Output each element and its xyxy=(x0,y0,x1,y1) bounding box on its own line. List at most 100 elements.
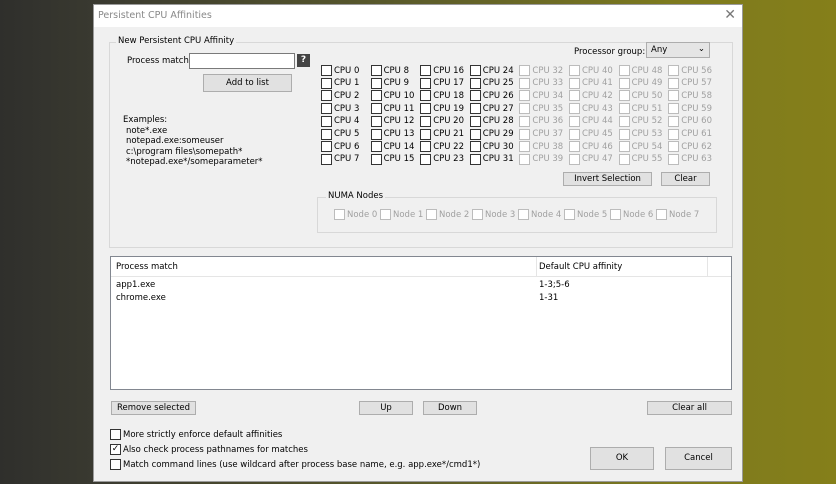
cpu-8-checkbox[interactable]: CPU 8 xyxy=(370,65,409,76)
cpu-9-checkbox[interactable]: CPU 9 xyxy=(370,77,409,89)
clear-all-button[interactable]: Clear all xyxy=(647,401,732,415)
checkbox-label: Node 5 xyxy=(577,209,608,220)
cpu-7-checkbox[interactable]: CPU 7 xyxy=(321,153,359,165)
checkbox-icon[interactable] xyxy=(370,77,382,89)
cpu-17-checkbox[interactable]: CPU 17 xyxy=(420,77,464,89)
cpu-31-checkbox[interactable]: CPU 31 xyxy=(469,153,514,165)
invert-selection-button[interactable]: Invert Selection xyxy=(563,172,652,186)
checkbox-icon[interactable] xyxy=(370,128,382,140)
checkbox-icon[interactable] xyxy=(370,153,382,165)
checkbox-icon[interactable] xyxy=(370,115,382,127)
cpu-18-checkbox[interactable]: CPU 18 xyxy=(420,90,464,102)
checkbox-icon[interactable]: ✓ xyxy=(110,444,121,455)
option-checkbox-1[interactable]: ✓ Also check process pathnames for matche… xyxy=(110,444,308,455)
cpu-28-checkbox[interactable]: CPU 28 xyxy=(469,115,514,127)
cpu-15-checkbox[interactable]: CPU 15 xyxy=(370,153,415,165)
checkbox-icon[interactable] xyxy=(321,65,332,76)
cpu-22-checkbox[interactable]: CPU 22 xyxy=(420,141,464,153)
checkbox-label: CPU 25 xyxy=(482,78,514,89)
cpu-3-checkbox[interactable]: CPU 3 xyxy=(321,103,359,115)
checkbox-icon[interactable] xyxy=(370,90,382,102)
checkbox-label: CPU 18 xyxy=(433,90,464,101)
checkbox-icon[interactable] xyxy=(469,65,481,76)
checkbox-icon[interactable] xyxy=(370,65,382,76)
checkbox-icon[interactable] xyxy=(420,90,432,102)
checkbox-icon[interactable] xyxy=(469,103,481,115)
cpu-23-checkbox[interactable]: CPU 23 xyxy=(420,153,464,165)
checkbox-icon[interactable] xyxy=(321,141,332,153)
checkbox-icon[interactable] xyxy=(420,153,432,165)
checkbox-icon[interactable] xyxy=(321,90,332,102)
checkbox-icon[interactable] xyxy=(420,103,432,115)
column-header-process-match[interactable]: Process match xyxy=(116,262,178,272)
add-to-list-button[interactable]: Add to list xyxy=(203,74,292,92)
help-icon[interactable]: ? xyxy=(297,54,310,67)
cpu-14-checkbox[interactable]: CPU 14 xyxy=(370,141,414,153)
checkbox-icon[interactable] xyxy=(321,103,332,115)
cpu-16-checkbox[interactable]: CPU 16 xyxy=(420,65,464,76)
checkbox-icon[interactable] xyxy=(321,153,332,165)
cpu-30-checkbox[interactable]: CPU 30 xyxy=(469,141,514,153)
clear-button[interactable]: Clear xyxy=(661,172,710,186)
checkbox-icon[interactable] xyxy=(420,115,432,127)
checkbox-icon[interactable] xyxy=(469,153,481,165)
checkbox-icon[interactable] xyxy=(110,459,121,470)
option-checkbox-0[interactable]: More strictly enforce default affinities xyxy=(110,429,282,440)
cpu-19-checkbox[interactable]: CPU 19 xyxy=(420,103,464,115)
cpu-24-checkbox[interactable]: CPU 24 xyxy=(469,65,514,76)
cpu-1-checkbox[interactable]: CPU 1 xyxy=(321,77,359,89)
checkbox-icon[interactable] xyxy=(469,77,481,89)
cpu-10-checkbox[interactable]: CPU 10 xyxy=(370,90,414,102)
checkbox-label: CPU 2 xyxy=(334,90,360,101)
checkbox-icon[interactable] xyxy=(370,141,382,153)
cpu-25-checkbox[interactable]: CPU 25 xyxy=(469,77,514,89)
ok-button[interactable]: OK xyxy=(590,447,654,470)
checkbox-icon[interactable] xyxy=(420,141,432,153)
cancel-button[interactable]: Cancel xyxy=(665,447,732,470)
checkbox-icon[interactable] xyxy=(370,103,382,115)
up-button[interactable]: Up xyxy=(359,401,413,415)
option-checkbox-2[interactable]: Match command lines (use wildcard after … xyxy=(110,459,480,470)
checkbox-icon xyxy=(668,77,680,89)
processor-group-select[interactable]: Any ⌄ xyxy=(646,42,710,58)
checkbox-label: CPU 4 xyxy=(334,116,360,127)
checkbox-icon[interactable] xyxy=(420,128,432,140)
cpu-52-checkbox: CPU 52 xyxy=(618,115,662,127)
cpu-11-checkbox[interactable]: CPU 11 xyxy=(370,103,414,115)
table-row[interactable]: app1.exe 1-3;5-6 xyxy=(111,279,731,292)
cpu-13-checkbox[interactable]: CPU 13 xyxy=(370,128,414,140)
cpu-4-checkbox[interactable]: CPU 4 xyxy=(321,115,360,127)
down-button[interactable]: Down xyxy=(423,401,477,415)
cpu-20-checkbox[interactable]: CPU 20 xyxy=(420,115,464,127)
cpu-0-checkbox[interactable]: CPU 0 xyxy=(321,65,359,76)
processor-group-value: Any xyxy=(651,45,668,55)
checkbox-icon[interactable] xyxy=(469,90,481,102)
checkbox-icon[interactable] xyxy=(469,115,481,127)
close-icon[interactable]: ✕ xyxy=(724,7,736,23)
cpu-2-checkbox[interactable]: CPU 2 xyxy=(321,90,360,102)
checkbox-icon[interactable] xyxy=(321,77,332,89)
checkbox-icon[interactable] xyxy=(420,65,432,76)
cpu-41-checkbox: CPU 41 xyxy=(569,77,613,89)
checkbox-icon[interactable] xyxy=(469,141,481,153)
checkbox-icon[interactable] xyxy=(321,115,332,127)
checkbox-icon[interactable] xyxy=(420,77,432,89)
checkbox-icon xyxy=(610,209,621,220)
checkbox-icon[interactable] xyxy=(469,128,481,140)
cpu-5-checkbox[interactable]: CPU 5 xyxy=(321,128,359,140)
remove-selected-button[interactable]: Remove selected xyxy=(111,401,196,415)
cpu-29-checkbox[interactable]: CPU 29 xyxy=(469,128,514,140)
cpu-27-checkbox[interactable]: CPU 27 xyxy=(469,103,514,115)
affinity-list[interactable]: Process match Default CPU affinity app1.… xyxy=(110,256,732,390)
column-header-default-affinity[interactable]: Default CPU affinity xyxy=(539,262,622,272)
checkbox-label: CPU 15 xyxy=(383,154,415,165)
checkbox-icon xyxy=(564,209,575,220)
cpu-6-checkbox[interactable]: CPU 6 xyxy=(321,141,359,153)
checkbox-icon[interactable] xyxy=(321,128,332,140)
cpu-26-checkbox[interactable]: CPU 26 xyxy=(469,90,514,102)
cpu-21-checkbox[interactable]: CPU 21 xyxy=(420,128,464,140)
cpu-12-checkbox[interactable]: CPU 12 xyxy=(370,115,414,127)
table-row[interactable]: chrome.exe 1-31 xyxy=(111,292,731,305)
checkbox-icon[interactable] xyxy=(110,429,121,440)
process-match-input[interactable] xyxy=(189,53,295,69)
